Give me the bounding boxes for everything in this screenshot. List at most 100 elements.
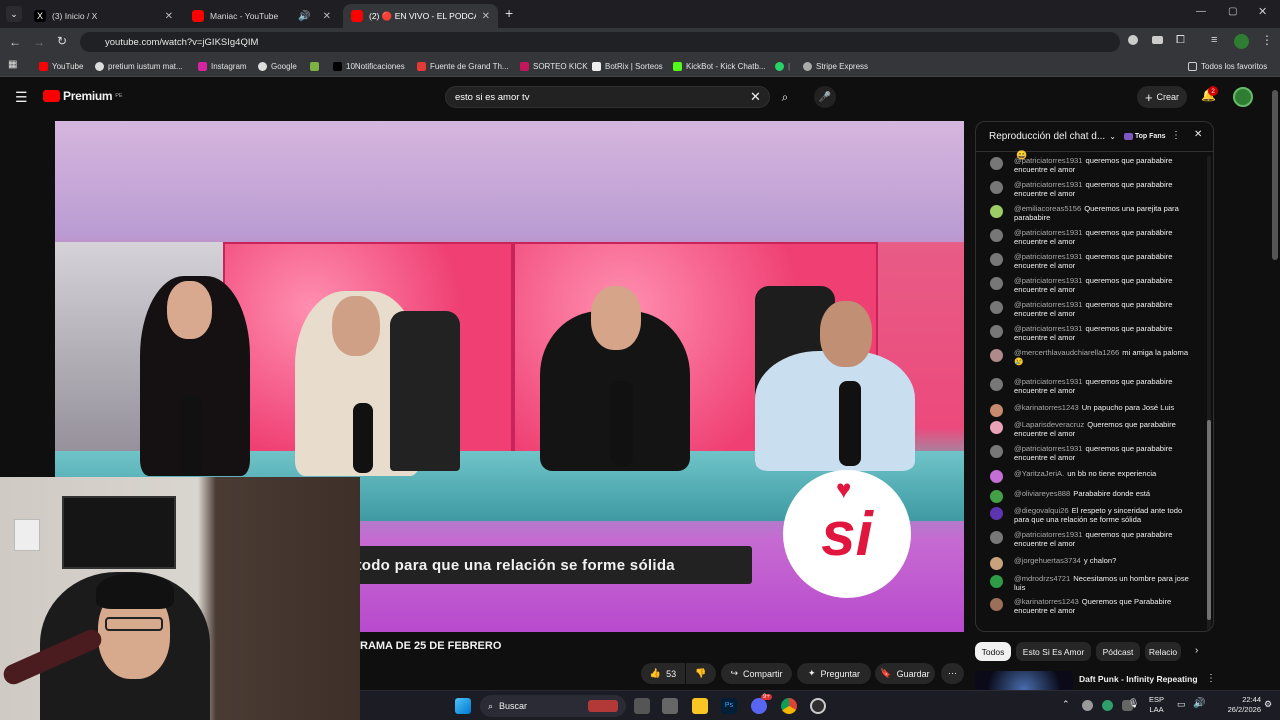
chat-avatar[interactable] [990, 301, 1003, 314]
chat-avatar[interactable] [990, 490, 1003, 503]
browser-menu-icon[interactable]: ⋮ [1261, 33, 1273, 47]
chat-avatar[interactable] [990, 277, 1003, 290]
more-actions-button[interactable]: ⋯ [941, 663, 964, 684]
chip-all[interactable]: Todos [975, 642, 1011, 661]
close-tab-icon[interactable]: ✕ [323, 11, 331, 22]
chat-mode-dropdown[interactable]: Reproducción del chat d... [989, 131, 1105, 142]
photoshop-icon[interactable]: Ps [721, 698, 737, 714]
dislike-button[interactable]: 👎 [686, 663, 716, 684]
chat-avatar[interactable] [990, 378, 1003, 391]
chat-author[interactable]: @patriciatorres1931 [1014, 377, 1083, 386]
bookmark-kickbot[interactable]: KickBot - Kick Chatb... [673, 60, 766, 73]
close-tab-icon[interactable]: ✕ [165, 11, 173, 22]
chat-author[interactable]: @patriciatorres1931 [1014, 228, 1083, 237]
search-input[interactable]: esto si es amor tv [445, 86, 770, 108]
chat-author[interactable]: @patriciatorres1931 [1014, 324, 1083, 333]
chat-avatar[interactable] [990, 507, 1003, 520]
chat-avatar[interactable] [990, 349, 1003, 362]
tab-en-vivo-podcast[interactable]: (2) 🔴 EN VIVO - EL PODCAST ✕ [343, 4, 498, 28]
tray-chevron-icon[interactable]: ⌃ [1062, 699, 1070, 710]
bookmark-stripe[interactable]: Stripe Express [803, 60, 868, 73]
volume-icon[interactable]: 🔊 [1193, 698, 1205, 709]
bookmark-sorteo-kick[interactable]: SORTEO KICK [520, 60, 588, 73]
share-button[interactable]: ↪ Compartir [721, 663, 792, 684]
tray-icon[interactable] [1082, 700, 1093, 711]
search-button[interactable]: ⌕ [770, 86, 800, 108]
bookmark-multicolor[interactable] [310, 60, 319, 73]
all-bookmarks[interactable]: Todos los favoritos [1188, 60, 1267, 73]
chevron-down-icon[interactable]: ⌄ [1109, 132, 1116, 141]
speaker-icon[interactable]: 🔊 [298, 11, 310, 22]
back-icon[interactable]: ← [9, 35, 21, 49]
chat-author[interactable]: @patriciatorres1931 [1014, 530, 1083, 539]
chat-author[interactable]: @emiliacoreas5156 [1014, 204, 1081, 213]
minimize-window-button[interactable]: — [1196, 6, 1206, 17]
chat-author[interactable]: @jorgehuertas3734 [1014, 556, 1081, 565]
chat-author[interactable]: @YaritzaJeriA. [1014, 469, 1064, 478]
recommended-thumbnail[interactable] [975, 671, 1073, 690]
chat-avatar[interactable] [990, 531, 1003, 544]
chat-author[interactable]: @karinatorres1243 [1014, 403, 1079, 412]
apps-grid-icon[interactable]: ▦ [8, 59, 17, 70]
voice-search-icon[interactable]: 🎤 [814, 86, 836, 108]
chevron-right-icon[interactable]: › [1195, 645, 1198, 656]
bookmark-pretium[interactable]: pretium iustum mat... [95, 60, 183, 73]
chat-author[interactable]: @karinatorres1243 [1014, 597, 1079, 606]
like-button[interactable]: 👍 53 [641, 663, 685, 684]
bookmark-whatsapp[interactable]: | [775, 60, 790, 73]
page-scrollbar[interactable] [1272, 90, 1278, 260]
tab-maniac-youtube[interactable]: Maniac - YouTube 🔊 ✕ [184, 4, 339, 28]
maximize-window-button[interactable]: ▢ [1228, 6, 1237, 17]
task-view-icon[interactable] [634, 698, 650, 714]
chat-author[interactable]: @patriciatorres1931 [1014, 276, 1083, 285]
chat-avatar[interactable] [990, 181, 1003, 194]
chat-author[interactable]: @oliviareyes888 [1014, 489, 1070, 498]
chat-menu-icon[interactable]: ⋮ [1171, 130, 1181, 141]
chat-author[interactable]: @Laparisdeveracruz [1014, 420, 1084, 429]
chat-avatar[interactable] [990, 229, 1003, 242]
new-tab-button[interactable]: + [505, 5, 513, 21]
chat-avatar[interactable] [990, 205, 1003, 218]
save-button[interactable]: 🔖 Guardar [875, 663, 935, 684]
bookmark-grand-theft[interactable]: Fuente de Grand Th... [417, 60, 509, 73]
top-fans-badge[interactable]: Top Fans [1123, 133, 1165, 140]
chat-author[interactable]: @diegovalqui26 [1014, 506, 1069, 515]
chat-author[interactable]: @patriciatorres1931 [1014, 252, 1083, 261]
url-field[interactable]: youtube.com/watch?v=jGIKSIg4QIM [80, 32, 1120, 52]
bookmark-instagram[interactable]: Instagram [198, 60, 247, 73]
forward-icon[interactable]: → [33, 35, 45, 49]
clear-search-icon[interactable]: ✕ [750, 89, 761, 105]
chat-avatar[interactable] [990, 253, 1003, 266]
youtube-logo[interactable]: Premium PE [43, 89, 123, 103]
discord-icon[interactable] [751, 698, 767, 714]
bookmark-youtube[interactable]: YouTube [39, 60, 83, 73]
chat-author[interactable]: @patriciatorres1931 [1014, 300, 1083, 309]
chat-avatar[interactable] [990, 404, 1003, 417]
profile-avatar[interactable] [1234, 34, 1249, 49]
extensions-puzzle-icon[interactable]: ⧠ [1176, 34, 1185, 47]
chip-podcast[interactable]: Pódcast [1096, 642, 1140, 661]
hamburger-menu-icon[interactable]: ☰ [15, 89, 28, 106]
chat-author[interactable]: @patriciatorres1931 [1014, 180, 1083, 189]
language-indicator[interactable]: ESP LAA [1149, 695, 1164, 715]
chat-scroll-thumb[interactable] [1207, 420, 1211, 620]
chrome-icon[interactable] [781, 698, 797, 714]
file-explorer-icon[interactable] [692, 698, 708, 714]
chat-avatar[interactable] [990, 421, 1003, 434]
bookmark-botrix[interactable]: BotRix | Sorteos [592, 60, 663, 73]
tray-icon[interactable] [1102, 700, 1113, 711]
notifications-icon[interactable]: ⚙ [1264, 699, 1272, 710]
tab-search-icon[interactable]: ⌄ [6, 6, 22, 22]
chat-avatar[interactable] [990, 470, 1003, 483]
create-button[interactable]: + Crear [1137, 86, 1187, 108]
reload-icon[interactable]: ↻ [57, 34, 67, 48]
recommended-menu-icon[interactable]: ⋮ [1206, 673, 1216, 684]
app-icon[interactable] [662, 698, 678, 714]
chat-author[interactable]: @patriciatorres1931 [1014, 156, 1083, 165]
chat-avatar[interactable] [990, 445, 1003, 458]
chat-avatar[interactable] [990, 598, 1003, 611]
extension-icon[interactable] [1128, 35, 1138, 45]
chat-author[interactable]: @mdrodrzs4721 [1014, 574, 1070, 583]
chat-avatar[interactable] [990, 557, 1003, 570]
chip-relaciones[interactable]: Relacio [1145, 642, 1181, 661]
